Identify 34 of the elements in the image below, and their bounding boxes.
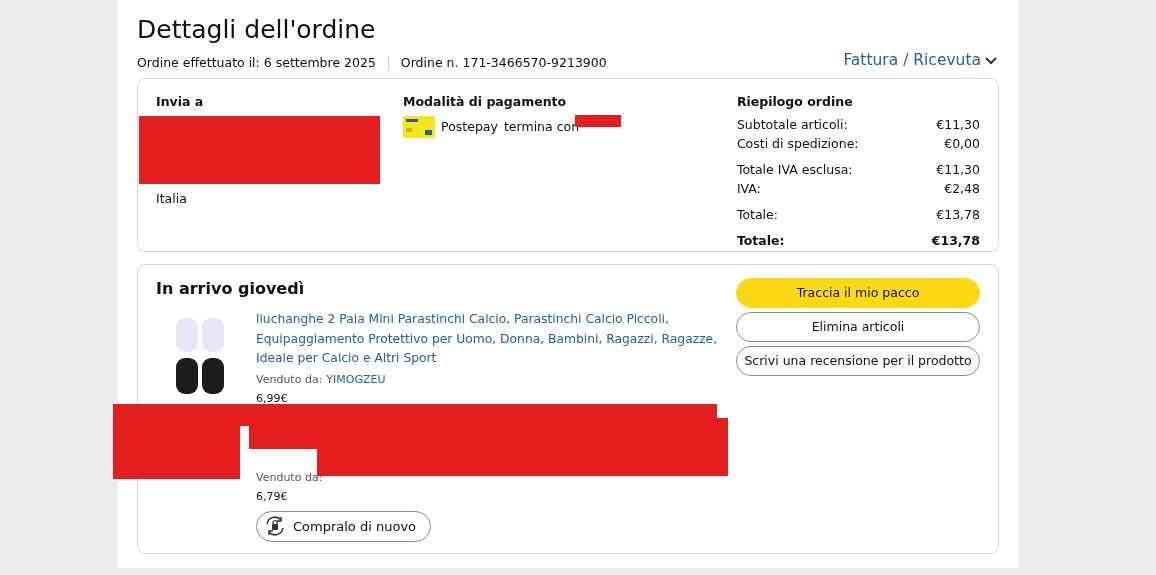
- ship-to-heading: Invia a: [156, 93, 205, 112]
- summary-value: €11,30: [936, 161, 980, 179]
- summary-value: €13,78: [936, 206, 980, 224]
- item-price: 6,79€: [256, 489, 289, 506]
- seller-label: Venduto da:: [256, 372, 323, 386]
- summary-value: €13,78: [931, 232, 980, 250]
- product-title-link[interactable]: liuchanghe 2 Paia Mini Parastinchi Calcio, Parastinchi Calcio Piccoli, Equipaggiamento Protettivo per Uomo, Donna, Bambini, Ragazzi, Ragazze, Ideale per Calcio e Altri Sport: [256, 310, 718, 369]
- shipment-heading: In arrivo giovedì: [156, 278, 306, 301]
- order-meta: Ordine effettuato il: 6 settembre 2025: [137, 53, 376, 72]
- action-button[interactable]: Traccia il mio pacco: [736, 278, 980, 309]
- item-price: 6,99€: [256, 391, 289, 408]
- seller-link[interactable]: YIMOGZEU: [326, 372, 386, 386]
- summary-label: Totale:: [736, 206, 778, 224]
- summary-label: Totale IVA esclusa:: [736, 161, 853, 179]
- page-title: Dettagli dell'ordine: [137, 14, 377, 46]
- summary-label: Subtotale articoli:: [736, 116, 848, 134]
- summary-label: Costi di spedizione:: [736, 135, 859, 153]
- invoice-link[interactable]: Fattura / Ricevuta: [843, 49, 997, 73]
- action-button[interactable]: Elimina articoli: [736, 312, 980, 343]
- summary-value: €0,00: [944, 135, 980, 153]
- action-button[interactable]: Scrivi una recensione per il prodotto: [736, 346, 980, 377]
- chevron-down-icon: [985, 56, 997, 65]
- payment-heading: Modalità di pagamento: [403, 93, 568, 112]
- address-line: Italia: [156, 190, 188, 208]
- payment-method: Postepay: [441, 117, 498, 136]
- seller-label: Venduto da:: [256, 470, 323, 484]
- summary-heading: Riepilogo ordine: [736, 93, 854, 112]
- summary-label: Totale:: [736, 232, 785, 250]
- payment-card-icon: [403, 116, 436, 138]
- buy-again-icon: [263, 515, 287, 538]
- summary-value: €2,48: [944, 180, 980, 198]
- order-meta: Ordine n. 171-3466570-9213900: [400, 53, 607, 72]
- summary-label: IVA:: [736, 180, 761, 198]
- summary-value: €11,30: [936, 116, 980, 134]
